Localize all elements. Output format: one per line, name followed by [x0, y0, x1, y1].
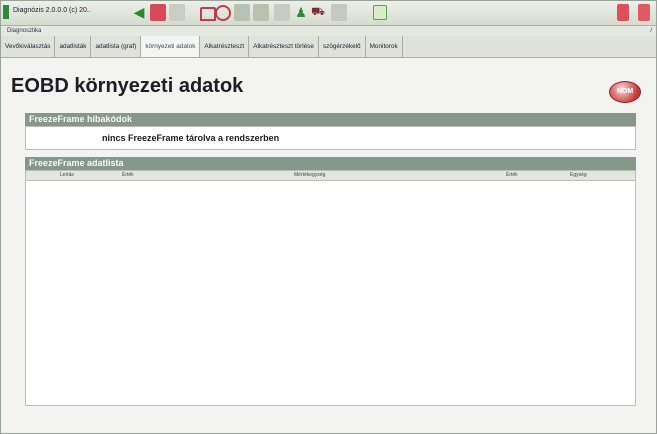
tool-icon[interactable]: [253, 4, 269, 21]
app-icon: [3, 5, 9, 19]
nom-button[interactable]: NOM: [609, 81, 641, 103]
tab-szogerzekelo[interactable]: szögérzékelő: [318, 36, 366, 57]
back-arrow-icon[interactable]: ◀: [131, 4, 147, 21]
toolbar: Diagnózis 2.0.0.0 (c) 20.. ◀ ♟ ⛟: [1, 1, 656, 26]
freezeframe-errors-header: FreezeFrame hibakódok: [25, 113, 636, 126]
tab-bar: Vevőkiválasztás adatlisták adatlista (gr…: [1, 36, 656, 58]
column-header[interactable]: Leírás: [60, 172, 74, 178]
page-icon[interactable]: [373, 5, 387, 20]
page-title: EOBD környezeti adatok: [11, 75, 244, 97]
column-header[interactable]: Érték: [506, 172, 518, 178]
breadcrumb-separator: /: [650, 28, 652, 34]
freezeframe-data-table: Leírás Érték Mértékegység Érték Egység: [25, 170, 636, 406]
tool-icon[interactable]: [331, 4, 347, 21]
freezeframe-errors-panel: nincs FreezeFrame tárolva a rendszerben: [25, 126, 636, 150]
window-title: Diagnózis 2.0.0.0 (c) 20..: [13, 7, 91, 14]
tab-alkatreszteszt[interactable]: Alkatrészteszt: [200, 36, 250, 57]
tab-vevokivalasztas[interactable]: Vevőkiválasztás: [1, 36, 56, 57]
report-icon[interactable]: [150, 4, 166, 21]
document-icon[interactable]: [169, 4, 185, 21]
tab-monitorok[interactable]: Monitorok: [365, 36, 403, 57]
tab-adatlista-graf[interactable]: adatlista (graf): [91, 36, 142, 57]
tab-alkatreszteszt-torles[interactable]: Alkatrészteszt törlése: [249, 36, 319, 57]
freezeframe-list-header: FreezeFrame adatlista: [25, 157, 636, 170]
tool-icon[interactable]: [234, 4, 250, 21]
column-header[interactable]: Egység: [570, 172, 587, 178]
column-header[interactable]: Mértékegység: [294, 172, 325, 178]
tab-kornyezeti-adatok[interactable]: környezeti adatok: [141, 36, 201, 57]
car-icon[interactable]: ⛟: [310, 4, 326, 21]
main-content: EOBD környezeti adatok NOM FreezeFrame h…: [3, 58, 654, 432]
person-icon[interactable]: ♟: [293, 4, 309, 21]
breadcrumb-path[interactable]: Diagnosztika: [7, 28, 41, 34]
column-header[interactable]: Érték: [122, 172, 134, 178]
print-icon[interactable]: [617, 4, 629, 21]
home-icon[interactable]: [200, 7, 216, 21]
no-freezeframe-message: nincs FreezeFrame tárolva a rendszerben: [102, 133, 280, 143]
application-window: Diagnózis 2.0.0.0 (c) 20.. ◀ ♟ ⛟ Diagnos…: [0, 0, 657, 434]
table-header: Leírás Érték Mértékegység Érték Egység: [26, 171, 635, 181]
exit-icon[interactable]: [638, 4, 650, 21]
tab-adatlistak[interactable]: adatlisták: [55, 36, 92, 57]
tool-icon[interactable]: [274, 4, 290, 21]
clock-icon[interactable]: [215, 5, 231, 21]
breadcrumb: Diagnosztika /: [1, 26, 656, 36]
